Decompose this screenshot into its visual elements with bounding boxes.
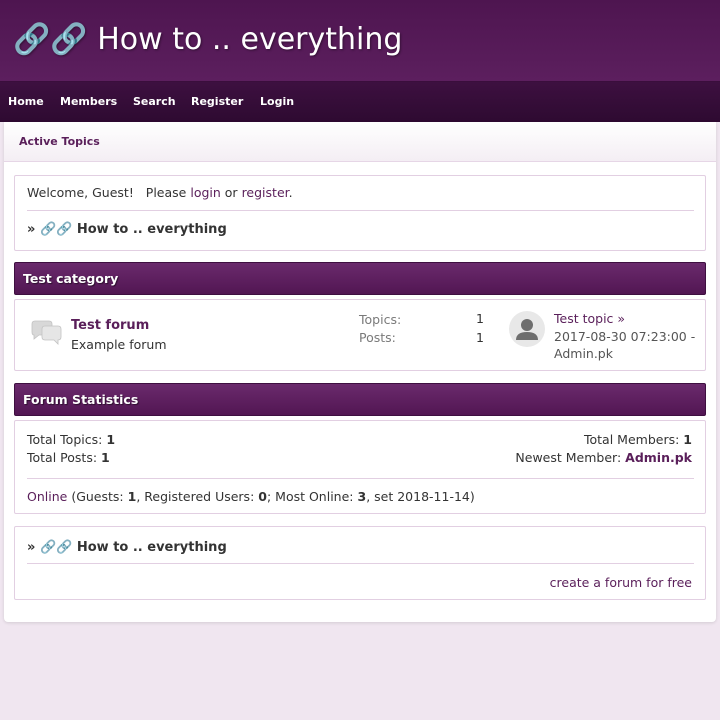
most-online-label: ; Most Online: bbox=[266, 489, 354, 504]
posts-label: Posts: bbox=[359, 330, 396, 345]
nav-home[interactable]: Home bbox=[8, 95, 44, 108]
online-line: Online (Guests: 1, Registered Users: 0; … bbox=[27, 489, 475, 504]
last-post-datetime: 2017-08-30 07:23:00 - bbox=[554, 329, 696, 344]
footer-breadcrumb: » 🔗🔗 How to .. everything bbox=[27, 540, 227, 555]
total-members: Total Members: 1 bbox=[584, 432, 692, 447]
site-title[interactable]: 🔗🔗 How to .. everything bbox=[13, 22, 402, 57]
last-topic-link[interactable]: Test topic bbox=[554, 311, 613, 326]
total-posts-label: Total Posts: bbox=[27, 450, 98, 465]
total-topics-label: Total Topics: bbox=[27, 432, 103, 447]
newest-member: Newest Member: Admin.pk bbox=[515, 450, 692, 465]
most-online-date: , set 2018-11-14) bbox=[366, 489, 475, 504]
total-topics: Total Topics: 1 bbox=[27, 432, 115, 447]
newest-member-link[interactable]: Admin.pk bbox=[625, 450, 692, 465]
welcome-text: Welcome, Guest! bbox=[27, 185, 134, 200]
total-posts-value: 1 bbox=[101, 450, 110, 465]
category-title[interactable]: Test category bbox=[23, 271, 118, 286]
nav-login[interactable]: Login bbox=[260, 95, 294, 108]
registered-label: , Registered Users: bbox=[136, 489, 255, 504]
avatar[interactable] bbox=[509, 311, 545, 347]
breadcrumb-prefix: » bbox=[27, 222, 36, 237]
last-post-user[interactable]: Admin.pk bbox=[554, 346, 613, 361]
last-post-arrow-link[interactable]: » bbox=[617, 311, 625, 326]
main-nav: Home Members Search Register Login bbox=[0, 82, 720, 122]
main-panel: Active Topics Welcome, Guest! Please log… bbox=[4, 122, 716, 622]
forum-row: Test forum Example forum Topics: 1 Posts… bbox=[14, 299, 706, 371]
breadcrumb-prefix: » bbox=[27, 540, 36, 555]
statistics-box: Total Topics: 1 Total Posts: 1 Total Mem… bbox=[14, 420, 706, 514]
topics-count: 1 bbox=[476, 311, 484, 326]
nav-members[interactable]: Members bbox=[60, 95, 117, 108]
breadcrumb-glyphs: 🔗🔗 bbox=[39, 222, 73, 237]
total-posts: Total Posts: 1 bbox=[27, 450, 110, 465]
divider bbox=[27, 478, 694, 479]
category-header: Test category bbox=[14, 262, 706, 295]
nav-register[interactable]: Register bbox=[191, 95, 243, 108]
sub-nav: Active Topics bbox=[4, 122, 716, 162]
forum-bubbles-icon bbox=[31, 320, 62, 345]
create-forum-line: create a forum for free bbox=[550, 575, 692, 590]
posts-count: 1 bbox=[476, 330, 484, 345]
welcome-box: Welcome, Guest! Please login or register… bbox=[14, 175, 706, 251]
site-header: 🔗🔗 How to .. everything bbox=[0, 0, 720, 82]
online-link[interactable]: Online bbox=[27, 489, 67, 504]
welcome-line: Welcome, Guest! Please login or register… bbox=[27, 185, 293, 200]
topics-label: Topics: bbox=[359, 312, 402, 327]
newest-member-label: Newest Member: bbox=[515, 450, 622, 465]
statistics-title: Forum Statistics bbox=[23, 392, 139, 407]
nav-search[interactable]: Search bbox=[133, 95, 176, 108]
active-topics-link[interactable]: Active Topics bbox=[19, 135, 100, 148]
statistics-header: Forum Statistics bbox=[14, 383, 706, 416]
create-forum-link[interactable]: create a forum for free bbox=[550, 575, 692, 590]
breadcrumb-home-link[interactable]: How to .. everything bbox=[77, 540, 227, 555]
footer-box: » 🔗🔗 How to .. everything create a forum… bbox=[14, 526, 706, 600]
guests-label: (Guests: bbox=[71, 489, 124, 504]
registered-value: 0 bbox=[258, 489, 267, 504]
login-link[interactable]: login bbox=[190, 185, 220, 200]
divider bbox=[27, 563, 694, 564]
total-members-label: Total Members: bbox=[584, 432, 680, 447]
user-silhouette-icon bbox=[516, 319, 538, 340]
breadcrumb-home-link[interactable]: How to .. everything bbox=[77, 222, 227, 237]
please-text: Please bbox=[145, 185, 187, 200]
or-text: or bbox=[224, 185, 238, 200]
divider bbox=[27, 210, 694, 211]
forum-name-link[interactable]: Test forum bbox=[71, 318, 149, 333]
welcome-period: . bbox=[288, 185, 293, 200]
register-link[interactable]: register bbox=[242, 185, 289, 200]
breadcrumb: » 🔗🔗 How to .. everything bbox=[27, 222, 227, 237]
most-online-value: 3 bbox=[357, 489, 367, 504]
forum-description: Example forum bbox=[71, 337, 167, 352]
total-topics-value: 1 bbox=[106, 432, 116, 447]
breadcrumb-glyphs: 🔗🔗 bbox=[39, 540, 73, 555]
last-post-topic: Test topic » bbox=[554, 311, 625, 326]
total-members-value: 1 bbox=[683, 432, 692, 447]
